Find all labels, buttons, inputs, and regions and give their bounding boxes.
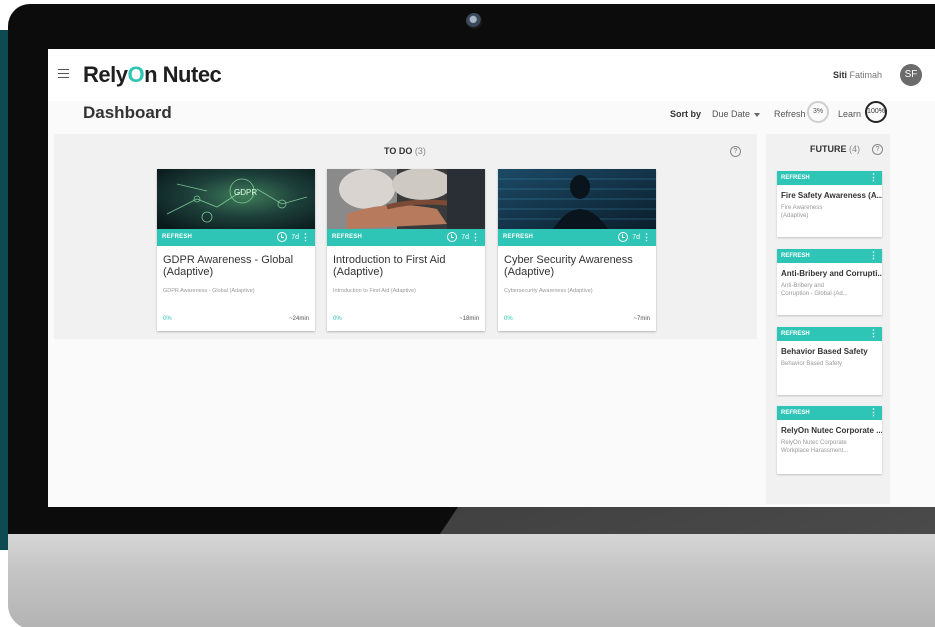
logo-text-1: Rely <box>83 62 128 87</box>
learn-progress-ring[interactable]: 100% <box>865 101 887 123</box>
future-card[interactable]: REFRESH ⋮ Anti-Bribery and Corrupti... An… <box>777 249 882 315</box>
course-title: Cyber Security Awareness (Adaptive) <box>504 254 633 278</box>
refresh-progress-ring[interactable]: 3% <box>807 101 829 123</box>
course-subtitle: Introduction to First Aid (Adaptive) <box>333 288 416 294</box>
course-card-gdpr[interactable]: GDPR REFRESH 7d ⋮ GDPR Awareness - Globa… <box>157 169 315 331</box>
subtitle-line-1: RelyOn Nutec Corporate <box>781 440 847 446</box>
due-days: 7d <box>632 234 640 241</box>
clock-icon <box>618 232 628 242</box>
course-progress: 0% <box>163 316 172 322</box>
kebab-icon[interactable]: ⋮ <box>869 407 878 418</box>
future-card[interactable]: REFRESH ⋮ RelyOn Nutec Corporate ... Rely… <box>777 406 882 474</box>
page-title: Dashboard <box>83 103 172 122</box>
device-scene: RelyOn Nutec Siti Fatimah SF Dashboard S… <box>0 0 935 627</box>
monitor-chin <box>8 534 935 627</box>
future-course-subtitle: Fire Awareness (Adaptive) <box>777 200 882 220</box>
future-course-subtitle: Anti-Bribery and Corruption - Global (Ad.… <box>777 278 882 298</box>
kebab-icon[interactable]: ⋮ <box>301 232 310 242</box>
refresh-tag: REFRESH <box>781 331 810 337</box>
thumbnail-gdpr-text: GDPR <box>234 188 257 197</box>
logo-text-o: O <box>127 62 145 87</box>
course-duration: ~24min <box>289 316 309 322</box>
course-thumbnail: GDPR <box>157 169 315 229</box>
kebab-icon[interactable]: ⋮ <box>869 328 878 339</box>
clock-icon <box>447 232 457 242</box>
user-last-name: Fatimah <box>849 70 882 80</box>
kebab-icon[interactable]: ⋮ <box>869 172 878 183</box>
help-icon[interactable]: ? <box>730 146 741 157</box>
future-course-subtitle: Behavior Based Safety <box>777 356 882 368</box>
course-duration: ~18min <box>459 316 479 322</box>
course-status-bar: REFRESH 7d ⋮ <box>498 229 656 246</box>
learn-label: Learn <box>838 109 862 119</box>
subtitle-line-2: Corruption - Global (Ad... <box>781 291 848 297</box>
future-course-title: Anti-Bribery and Corrupti... <box>781 269 882 278</box>
clock-icon <box>277 232 287 242</box>
app-logo[interactable]: RelyOn Nutec <box>83 62 222 88</box>
course-thumbnail <box>498 169 656 229</box>
future-card[interactable]: REFRESH ⋮ Behavior Based Safety Behavior … <box>777 327 882 395</box>
future-card[interactable]: REFRESH ⋮ Fire Safety Awareness (A... Fir… <box>777 171 882 237</box>
refresh-label: Refresh <box>774 109 806 119</box>
due-days: 7d <box>461 234 469 241</box>
course-status-bar: REFRESH 7d ⋮ <box>327 229 485 246</box>
refresh-tag: REFRESH <box>781 253 810 259</box>
subtitle-line-1: Fire Awareness <box>781 205 823 211</box>
sort-value: Due Date <box>712 109 751 119</box>
todo-count: (3) <box>414 146 426 156</box>
refresh-tag: REFRESH <box>162 234 193 240</box>
future-title: FUTURE <box>810 144 847 154</box>
subtitle-line-2: (Adaptive) <box>781 213 809 219</box>
app-screen: RelyOn Nutec Siti Fatimah SF Dashboard S… <box>48 49 935 507</box>
future-card-bar: REFRESH ⋮ <box>777 249 882 263</box>
subtitle-line-1: Anti-Bribery and <box>781 283 825 289</box>
user-first-name: Siti <box>832 70 847 80</box>
avatar[interactable]: SF <box>900 64 922 86</box>
course-status-bar: REFRESH 7d ⋮ <box>157 229 315 246</box>
todo-title: TO DO <box>384 146 413 156</box>
camera-icon <box>466 13 482 29</box>
course-title: Introduction to First Aid (Adaptive) <box>333 254 446 278</box>
sort-label: Sort by <box>670 109 702 119</box>
course-card-cyber-security[interactable]: REFRESH 7d ⋮ Cyber Security Awareness (A… <box>498 169 656 331</box>
future-course-title: Fire Safety Awareness (A... <box>781 191 882 200</box>
course-subtitle: Cybersecurity Awareness (Adaptive) <box>504 288 593 294</box>
course-progress: 0% <box>333 316 342 322</box>
refresh-tag: REFRESH <box>781 410 810 416</box>
kebab-icon[interactable]: ⋮ <box>869 250 878 261</box>
refresh-tag: REFRESH <box>332 234 363 240</box>
subtitle-line-2: Workplace Harassment... <box>781 448 849 454</box>
kebab-icon[interactable]: ⋮ <box>642 232 651 242</box>
course-duration: ~7min <box>633 316 650 322</box>
refresh-tag: REFRESH <box>503 234 534 240</box>
subtitle-line-1: Behavior Based Safety <box>781 361 843 367</box>
future-course-title: Behavior Based Safety <box>781 347 868 356</box>
help-icon[interactable]: ? <box>872 144 883 155</box>
todo-heading: TO DO (3) <box>384 146 426 156</box>
future-course-subtitle: RelyOn Nutec Corporate Workplace Harassme… <box>777 435 882 455</box>
top-bar: RelyOn Nutec Siti Fatimah SF <box>48 49 935 101</box>
future-count: (4) <box>849 144 861 154</box>
future-card-bar: REFRESH ⋮ <box>777 406 882 420</box>
course-card-first-aid[interactable]: REFRESH 7d ⋮ Introduction to First Aid (… <box>327 169 485 331</box>
course-progress: 0% <box>504 316 513 322</box>
course-title: GDPR Awareness - Global (Adaptive) <box>163 254 294 278</box>
future-course-title: RelyOn Nutec Corporate ... <box>781 426 882 435</box>
future-card-bar: REFRESH ⋮ <box>777 327 882 341</box>
future-heading: FUTURE (4) <box>810 144 860 154</box>
menu-icon[interactable] <box>58 69 69 78</box>
kebab-icon[interactable]: ⋮ <box>471 232 480 242</box>
logo-text-2: n Nutec <box>144 62 222 87</box>
user-name[interactable]: Siti Fatimah <box>833 70 882 80</box>
sort-dropdown[interactable]: Due Date <box>712 109 761 119</box>
course-thumbnail <box>327 169 485 229</box>
course-subtitle: GDPR Awareness - Global (Adaptive) <box>163 288 255 294</box>
chevron-down-icon <box>754 112 761 117</box>
future-card-bar: REFRESH ⋮ <box>777 171 882 185</box>
refresh-tag: REFRESH <box>781 175 810 181</box>
due-days: 7d <box>291 234 299 241</box>
